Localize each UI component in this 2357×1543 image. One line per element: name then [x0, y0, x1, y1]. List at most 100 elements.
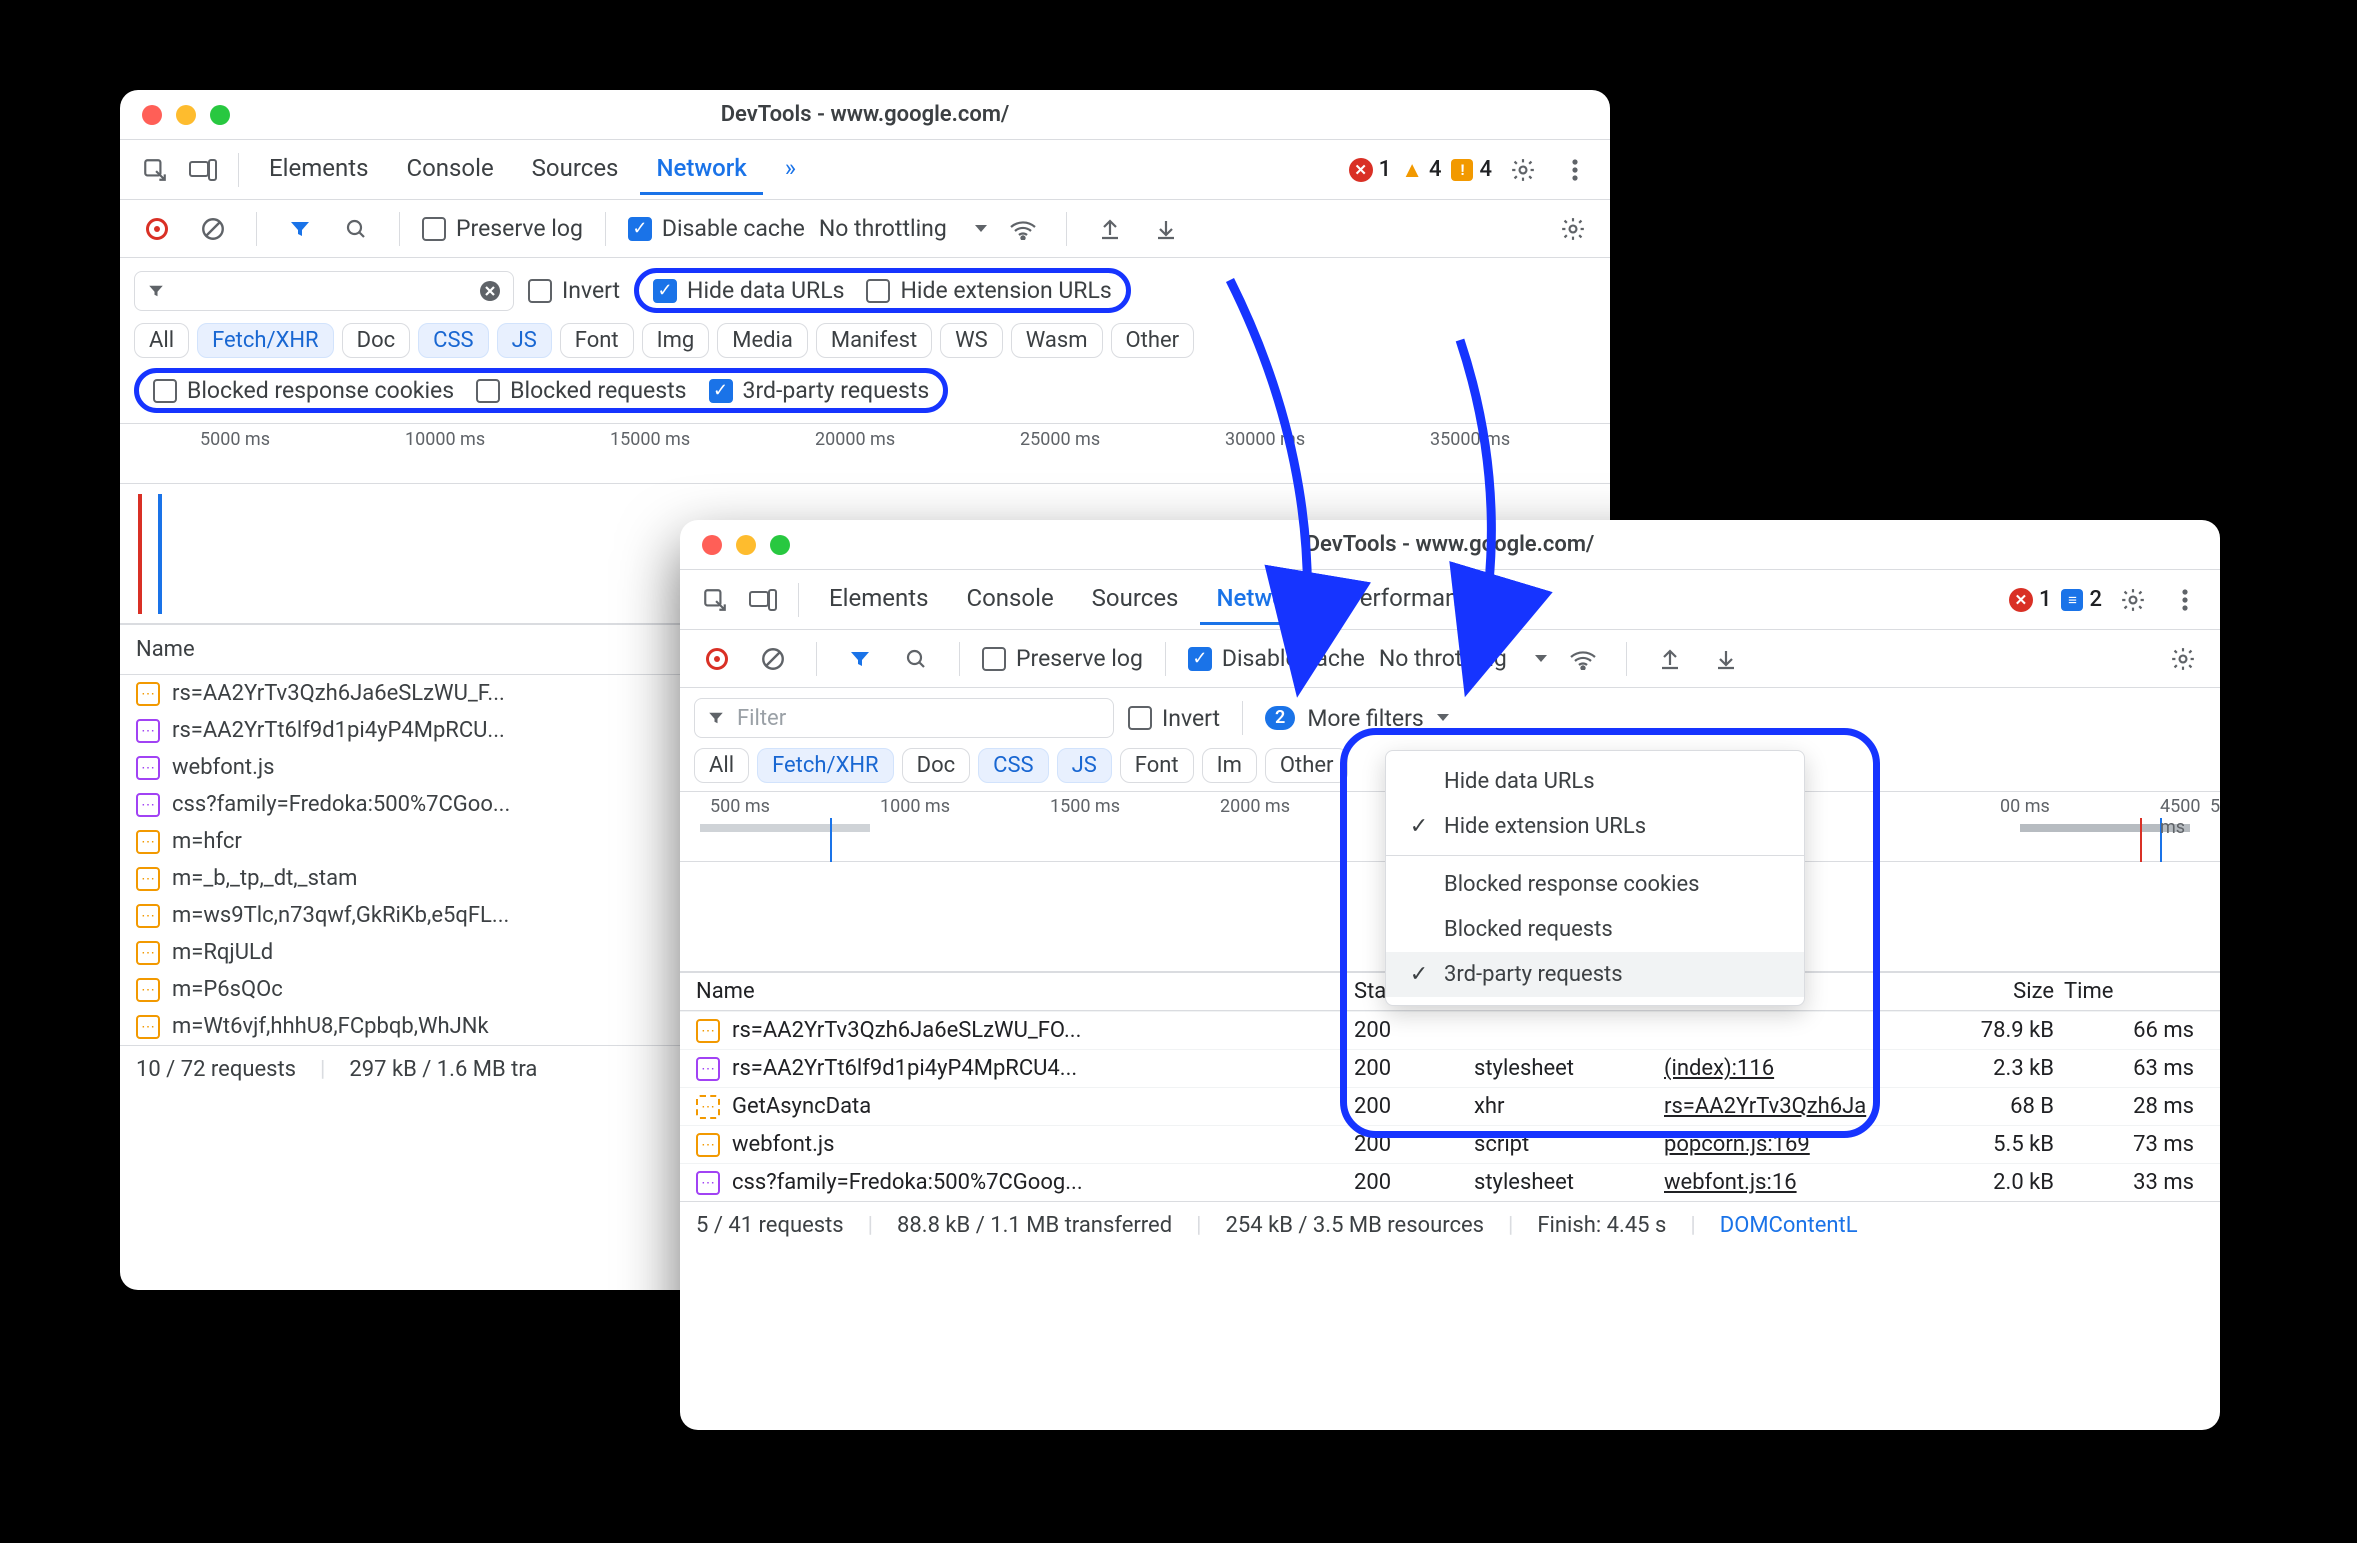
upload-har-icon[interactable]: [1089, 208, 1131, 250]
hide-data-urls-checkbox[interactable]: ✓Hide data URLs: [653, 277, 844, 304]
chip-css[interactable]: CSS: [418, 323, 488, 358]
more-icon[interactable]: [2164, 579, 2206, 621]
settings-icon[interactable]: [1502, 149, 1544, 191]
filter-toggle-icon[interactable]: [839, 638, 881, 680]
device-toggle-icon[interactable]: [742, 579, 784, 621]
initiator-cell[interactable]: rs=AA2YrTv3Qzh6Ja: [1664, 1094, 1924, 1119]
zoom-dot[interactable]: [210, 105, 230, 125]
chip-ws[interactable]: WS: [940, 323, 1003, 358]
record-button[interactable]: [136, 208, 178, 250]
close-dot[interactable]: [142, 105, 162, 125]
chip-im[interactable]: Im: [1202, 748, 1257, 783]
blocked-requests-checkbox[interactable]: Blocked requests: [476, 377, 686, 404]
issue-badge[interactable]: !4: [1451, 157, 1492, 182]
filter-input[interactable]: Filter: [694, 698, 1114, 738]
network-conditions-icon[interactable]: [1002, 208, 1044, 250]
request-row[interactable]: ⋯GetAsyncData200xhrrs=AA2YrTv3Qzh6Ja68 B…: [680, 1087, 2220, 1125]
blocked-cookies-checkbox[interactable]: Blocked response cookies: [153, 377, 454, 404]
chip-all[interactable]: All: [134, 323, 189, 358]
search-icon[interactable]: [895, 638, 937, 680]
inspect-icon[interactable]: [134, 149, 176, 191]
settings-icon[interactable]: [2112, 579, 2154, 621]
clear-filter-icon[interactable]: [479, 280, 501, 302]
tab-elements[interactable]: Elements: [253, 144, 384, 195]
network-conditions-icon[interactable]: [1562, 638, 1604, 680]
col-size[interactable]: Size: [1924, 979, 2064, 1004]
traffic-lights[interactable]: [142, 105, 230, 125]
chip-font[interactable]: Font: [1120, 748, 1194, 783]
chip-doc[interactable]: Doc: [902, 748, 971, 783]
request-row[interactable]: ⋯webfont.js200scriptpopcorn.js:1695.5 kB…: [680, 1125, 2220, 1163]
download-har-icon[interactable]: [1705, 638, 1747, 680]
filter-toggle-icon[interactable]: [279, 208, 321, 250]
tabs-overflow[interactable]: »: [769, 144, 812, 195]
tab-console[interactable]: Console: [950, 574, 1069, 625]
chip-all[interactable]: All: [694, 748, 749, 783]
preserve-log-checkbox[interactable]: Preserve log: [982, 645, 1143, 672]
zoom-dot[interactable]: [770, 535, 790, 555]
chip-js[interactable]: JS: [497, 323, 552, 358]
chip-img[interactable]: Img: [642, 323, 710, 358]
close-dot[interactable]: [702, 535, 722, 555]
initiator-cell[interactable]: (index):116: [1664, 1056, 1924, 1081]
chip-fetch-xhr[interactable]: Fetch/XHR: [757, 748, 894, 783]
info-badge[interactable]: ≡2: [2061, 587, 2102, 612]
request-row[interactable]: ⋯rs=AA2YrTv3Qzh6Ja6eSLzWU_FO...20078.9 k…: [680, 1011, 2220, 1049]
third-party-checkbox[interactable]: ✓3rd-party requests: [709, 377, 930, 404]
more-icon[interactable]: [1554, 149, 1596, 191]
status-domcontentloaded[interactable]: DOMContentL: [1720, 1213, 1858, 1238]
upload-har-icon[interactable]: [1649, 638, 1691, 680]
dd-blocked-requests[interactable]: Blocked requests: [1386, 907, 1804, 952]
tabs-overflow[interactable]: »: [1506, 574, 1549, 625]
initiator-cell[interactable]: popcorn.js:169: [1664, 1132, 1924, 1157]
tab-network[interactable]: Network: [640, 144, 762, 195]
dd-third-party[interactable]: ✓3rd-party requests: [1386, 952, 1804, 997]
dd-blocked-cookies[interactable]: Blocked response cookies: [1386, 862, 1804, 907]
clear-button[interactable]: [192, 208, 234, 250]
minimize-dot[interactable]: [736, 535, 756, 555]
chip-manifest[interactable]: Manifest: [816, 323, 932, 358]
record-button[interactable]: [696, 638, 738, 680]
overview-timeline[interactable]: 5000 ms10000 ms15000 ms20000 ms25000 ms3…: [120, 424, 1610, 484]
hide-extension-urls-checkbox[interactable]: Hide extension URLs: [866, 277, 1111, 304]
tab-sources[interactable]: Sources: [1076, 574, 1195, 625]
tab-console[interactable]: Console: [390, 144, 509, 195]
tab-sources[interactable]: Sources: [516, 144, 635, 195]
search-icon[interactable]: [335, 208, 377, 250]
chip-font[interactable]: Font: [560, 323, 634, 358]
chip-doc[interactable]: Doc: [342, 323, 411, 358]
inspect-icon[interactable]: [694, 579, 736, 621]
tab-network[interactable]: Network: [1200, 574, 1322, 625]
chip-other[interactable]: Other: [1265, 748, 1349, 783]
throttling-select[interactable]: No throttling: [819, 215, 988, 242]
col-name[interactable]: Name: [696, 979, 1354, 1004]
disable-cache-checkbox[interactable]: ✓Disable cache: [628, 215, 805, 242]
minimize-dot[interactable]: [176, 105, 196, 125]
throttling-select[interactable]: No throttling: [1379, 645, 1548, 672]
col-time[interactable]: Time: [2064, 979, 2204, 1004]
filter-input[interactable]: [134, 271, 514, 311]
error-badge[interactable]: ✕1: [1349, 157, 1392, 182]
chip-wasm[interactable]: Wasm: [1011, 323, 1103, 358]
more-filters-dropdown[interactable]: Hide data URLs ✓Hide extension URLs Bloc…: [1385, 750, 1805, 1006]
device-toggle-icon[interactable]: [182, 149, 224, 191]
warning-badge[interactable]: ▲4: [1401, 157, 1441, 183]
panel-settings-icon[interactable]: [1552, 208, 1594, 250]
tab-elements[interactable]: Elements: [813, 574, 944, 625]
tab-performance[interactable]: Performance: [1329, 574, 1500, 625]
dd-hide-data-urls[interactable]: Hide data URLs: [1386, 759, 1804, 804]
chip-other[interactable]: Other: [1111, 323, 1195, 358]
chip-css[interactable]: CSS: [978, 748, 1048, 783]
chip-js[interactable]: JS: [1057, 748, 1112, 783]
more-filters-button[interactable]: 2 More filters: [1265, 705, 1450, 732]
clear-button[interactable]: [752, 638, 794, 680]
chip-fetch-xhr[interactable]: Fetch/XHR: [197, 323, 334, 358]
error-badge[interactable]: ✕1: [2009, 587, 2052, 612]
chip-media[interactable]: Media: [717, 323, 808, 358]
invert-checkbox[interactable]: Invert: [1128, 705, 1220, 732]
invert-checkbox[interactable]: Invert: [528, 277, 620, 304]
disable-cache-checkbox[interactable]: ✓Disable cache: [1188, 645, 1365, 672]
request-row[interactable]: ⋯rs=AA2YrTt6lf9d1pi4yP4MpRCU4...200style…: [680, 1049, 2220, 1087]
download-har-icon[interactable]: [1145, 208, 1187, 250]
request-row[interactable]: ⋯css?family=Fredoka:500%7CGoog...200styl…: [680, 1163, 2220, 1201]
